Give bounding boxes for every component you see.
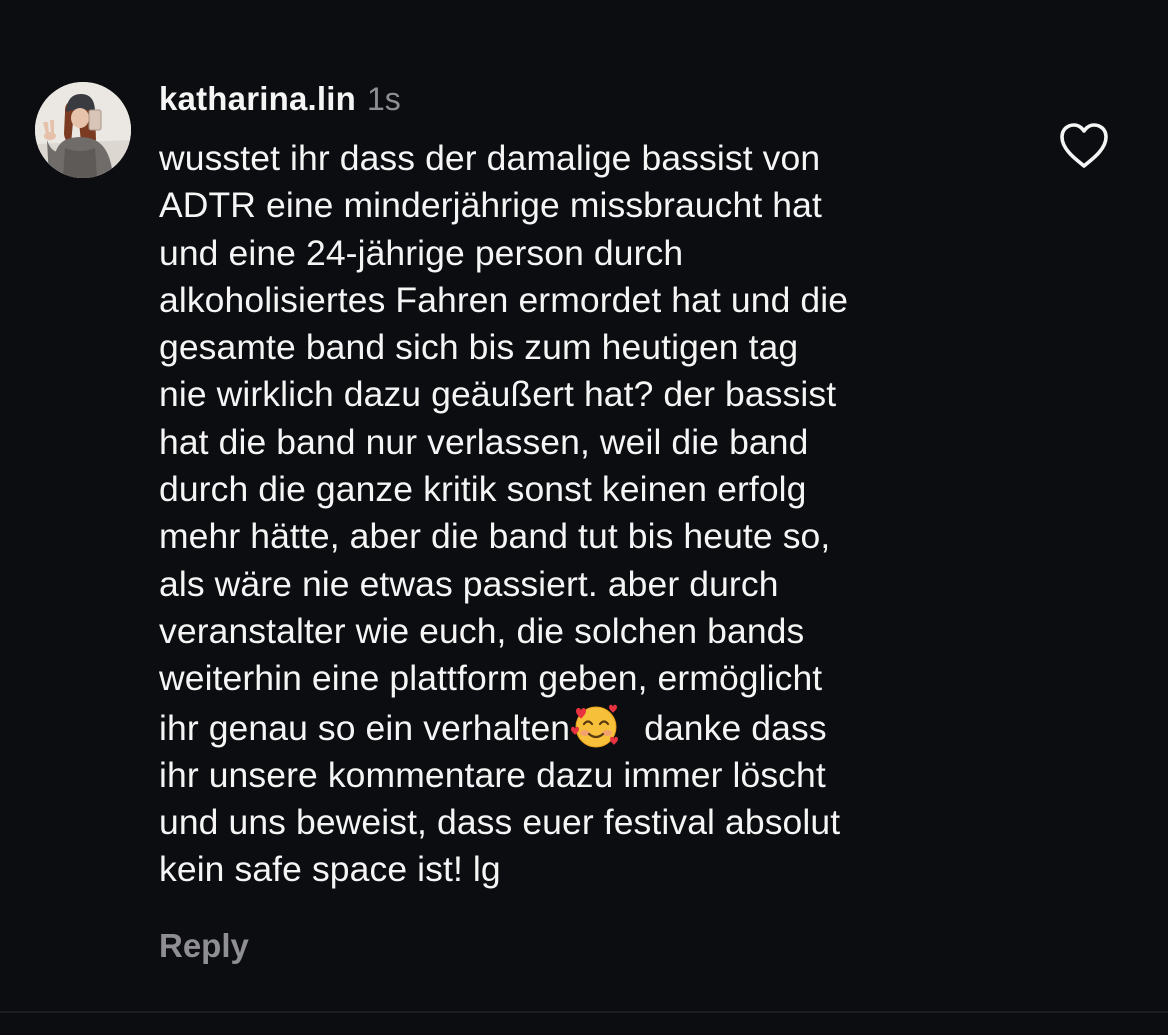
bottom-strip bbox=[0, 1013, 1168, 1035]
reply-button[interactable]: Reply bbox=[159, 927, 249, 965]
avatar-photo bbox=[35, 82, 131, 178]
comment-text-line: weiterhin eine plattform geben, ermöglic… bbox=[159, 658, 823, 699]
smiling-face-with-hearts-icon bbox=[570, 703, 622, 749]
comment-text-line: und eine 24-jährige person durch bbox=[159, 232, 684, 273]
comment-text-segment: ihr genau so ein verhalten bbox=[159, 707, 571, 748]
comment-text-segment: danke dass bbox=[634, 707, 827, 748]
comment-text-line-with-emoji: ihr genau so ein verhalten danke dass bbox=[159, 703, 1039, 752]
comment-text-line: veranstalter wie euch, die solchen bands bbox=[159, 610, 805, 651]
comment-text-line: durch die ganze kritik sonst keinen erfo… bbox=[159, 469, 807, 510]
comment-text-line: alkoholisiertes Fahren ermordet hat und … bbox=[159, 279, 849, 320]
comment-text-line: mehr hätte, aber die band tut bis heute … bbox=[159, 516, 831, 557]
comment-text-line: und uns beweist, dass euer festival abso… bbox=[159, 802, 841, 843]
like-heart-icon[interactable] bbox=[1058, 122, 1110, 170]
comment-text-line: als wäre nie etwas passiert. aber durch bbox=[159, 563, 779, 604]
comment-text-line: ADTR eine minderjährige missbraucht hat bbox=[159, 185, 822, 226]
comment-text-line: kein safe space ist! lg bbox=[159, 849, 501, 890]
comment-text: wusstet ihr dass der damalige bassist vo… bbox=[159, 135, 1039, 894]
timestamp: 1s bbox=[367, 81, 401, 117]
comment-text-line: ihr unsere kommentare dazu immer löscht bbox=[159, 754, 826, 795]
comment-item: katharina.lin 1s wusstet ihr dass der da… bbox=[0, 0, 1168, 1035]
comment-header: katharina.lin 1s bbox=[159, 80, 401, 124]
comment-text-line: gesamte band sich bis zum heutigen tag bbox=[159, 327, 799, 368]
avatar[interactable] bbox=[35, 82, 131, 178]
comment-text-line: nie wirklich dazu geäußert hat? der bass… bbox=[159, 374, 837, 415]
username[interactable]: katharina.lin bbox=[159, 80, 356, 118]
comment-text-line: wusstet ihr dass der damalige bassist vo… bbox=[159, 138, 821, 178]
comment-text-line: hat die band nur verlassen, weil die ban… bbox=[159, 421, 809, 462]
